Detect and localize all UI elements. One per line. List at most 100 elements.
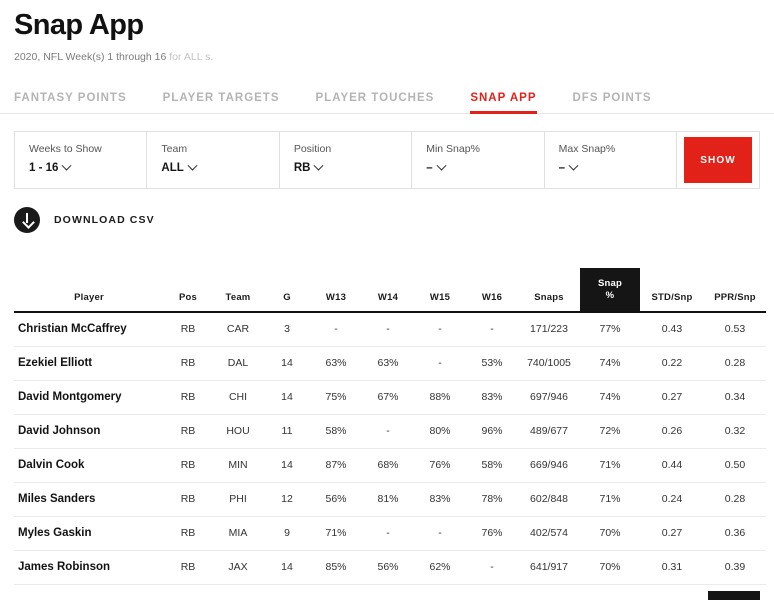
filter-min-snap[interactable]: Min Snap% – <box>412 132 545 188</box>
column-header-pos[interactable]: Pos <box>164 268 212 312</box>
column-header-snaps[interactable]: Snaps <box>518 268 580 312</box>
tab-dfs-points[interactable]: DFS POINTS <box>573 92 652 113</box>
tab-bar: FANTASY POINTS PLAYER TARGETS PLAYER TOUCH… <box>0 82 774 114</box>
cell-g: 14 <box>281 561 293 573</box>
cell-w16: 58% <box>481 459 503 471</box>
column-header-snap-pct[interactable]: Snap% <box>580 268 640 312</box>
cell-snap-pct: 71% <box>599 459 621 471</box>
cell-std-snp: 0.24 <box>661 493 683 505</box>
show-button-cell: SHOW <box>677 132 759 188</box>
column-header-w16[interactable]: W16 <box>466 268 518 312</box>
subtitle-suffix: for ALL s. <box>169 51 214 63</box>
column-header-w13[interactable]: W13 <box>310 268 362 312</box>
cell-team: HOU <box>226 425 250 437</box>
cell-w16: 76% <box>481 527 503 539</box>
column-header-g[interactable]: G <box>264 268 310 312</box>
cell-std-snp: 0.43 <box>661 323 683 336</box>
cell-w15: - <box>438 357 442 369</box>
cell-snaps: 697/946 <box>530 391 568 403</box>
filter-value[interactable]: 1 - 16 <box>29 160 146 175</box>
cell-snap-pct: 72% <box>599 425 621 437</box>
chevron-down-icon <box>187 160 198 171</box>
filter-label: Weeks to Show <box>29 143 102 155</box>
filter-value[interactable]: – <box>426 160 543 175</box>
cell-team: MIN <box>228 459 248 471</box>
column-header-ppr-snp[interactable]: PPR/Snp <box>704 268 766 312</box>
cell-pos: RB <box>180 391 196 403</box>
table-row[interactable]: Myles Gaskin RB MIA 9 71% - - 76% 402/574 70% 0.27… <box>14 516 766 550</box>
filter-label: Min Snap% <box>426 143 480 155</box>
tab-player-touches[interactable]: PLAYER TOUCHES <box>316 92 435 113</box>
cell-w13: 56% <box>325 493 347 505</box>
cell-w13: - <box>334 323 338 336</box>
table-row[interactable]: James Robinson RB JAX 14 85% 56% 62% - 641/917 70… <box>14 550 766 584</box>
cell-ppr-snp: 0.36 <box>724 527 746 539</box>
cell-pos: RB <box>180 357 196 369</box>
filter-label: Max Snap% <box>558 143 616 155</box>
cell-std-snp: 0.27 <box>661 527 683 539</box>
tab-fantasy-points[interactable]: FANTASY POINTS <box>14 92 127 113</box>
table-row[interactable]: Dalvin Cook RB MIN 14 87% 68% 76% 58% 669/946 71%… <box>14 448 766 482</box>
column-header-player[interactable]: Player <box>14 268 164 312</box>
tab-snap-app[interactable]: SNAP APP <box>470 92 537 114</box>
filter-bar: Weeks to Show 1 - 16 Team ALL Position RB Min … <box>14 131 760 189</box>
filter-label: Team <box>161 143 188 155</box>
cell-w13: 58% <box>325 425 347 437</box>
table-row[interactable]: Miles Sanders RB PHI 12 56% 81% 83% 78% 602/848 7… <box>14 482 766 516</box>
filter-value[interactable]: RB <box>293 160 411 175</box>
cell-snaps: 641/917 <box>530 561 568 573</box>
cell-player: Dalvin Cook <box>18 459 85 471</box>
stats-table: Player Pos Team G W13 W14 W15 W16 Snaps Snap% STD/… <box>14 268 766 585</box>
cell-player: David Montgomery <box>18 391 122 403</box>
cell-w15: - <box>438 527 442 539</box>
tab-player-targets[interactable]: PLAYER TARGETS <box>163 92 280 113</box>
filter-position[interactable]: Position RB <box>280 132 413 188</box>
cell-w13: 87% <box>325 459 347 471</box>
cell-ppr-snp: 0.53 <box>724 323 746 336</box>
cell-snap-pct: 77% <box>599 323 621 336</box>
show-button[interactable]: SHOW <box>684 137 753 183</box>
table-row[interactable]: Christian McCaffrey RB CAR 3 - - - - 171/223 77% 0… <box>14 312 766 346</box>
cell-pos: RB <box>180 425 196 437</box>
cell-snaps: 740/1005 <box>527 357 571 369</box>
download-circle-icon <box>14 207 40 233</box>
cell-snaps: 171/223 <box>530 323 568 336</box>
filter-value-text: RB <box>293 162 311 174</box>
filter-value[interactable]: ALL <box>161 160 278 175</box>
filter-max-snap[interactable]: Max Snap% – <box>545 132 678 188</box>
cell-team: DAL <box>227 357 249 369</box>
cell-snaps: 602/848 <box>530 493 568 505</box>
table-row[interactable]: Ezekiel Elliott RB DAL 14 63% 63% - 53% 740/1005… <box>14 346 766 380</box>
cell-std-snp: 0.26 <box>661 425 683 437</box>
cell-snaps: 669/946 <box>530 459 568 471</box>
cell-w14: 63% <box>377 357 399 369</box>
download-csv-button[interactable]: DOWNLOAD CSV <box>14 207 760 233</box>
column-header-w14[interactable]: W14 <box>362 268 414 312</box>
filter-value[interactable]: – <box>559 160 676 175</box>
cell-player: Ezekiel Elliott <box>18 357 93 369</box>
cell-player: James Robinson <box>18 561 111 573</box>
table-head: Player Pos Team G W13 W14 W15 W16 Snaps Snap% STD/… <box>14 268 766 312</box>
column-header-std-snp[interactable]: STD/Snp <box>640 268 704 312</box>
subtitle-range: 2020, NFL Week(s) 1 through 16 <box>14 51 167 63</box>
cell-w14: - <box>386 323 390 336</box>
cell-w14: 81% <box>377 493 399 505</box>
filter-value-text: – <box>426 162 433 174</box>
stats-table-wrap: Player Pos Team G W13 W14 W15 W16 Snaps Snap% STD/… <box>14 268 766 585</box>
cell-w16: 83% <box>481 391 503 403</box>
cell-w13: 75% <box>325 391 347 403</box>
filter-team[interactable]: Team ALL <box>147 132 280 188</box>
cell-snap-pct: 74% <box>599 357 621 369</box>
cell-pos: RB <box>180 459 196 471</box>
cell-snaps: 402/574 <box>530 527 568 539</box>
cell-g: 14 <box>281 391 293 403</box>
table-row[interactable]: David Montgomery RB CHI 14 75% 67% 88% 83% 697/9… <box>14 380 766 414</box>
filter-weeks-to-show[interactable]: Weeks to Show 1 - 16 <box>15 132 148 188</box>
column-header-w15[interactable]: W15 <box>414 268 466 312</box>
column-header-team[interactable]: Team <box>212 268 264 312</box>
cell-ppr-snp: 0.28 <box>724 493 746 505</box>
table-row[interactable]: David Johnson RB HOU 11 58% - 80% 96% 489/677 72%… <box>14 414 766 448</box>
cell-w13: 85% <box>325 561 347 573</box>
cell-player: David Johnson <box>18 425 101 437</box>
chevron-down-icon <box>61 160 72 171</box>
